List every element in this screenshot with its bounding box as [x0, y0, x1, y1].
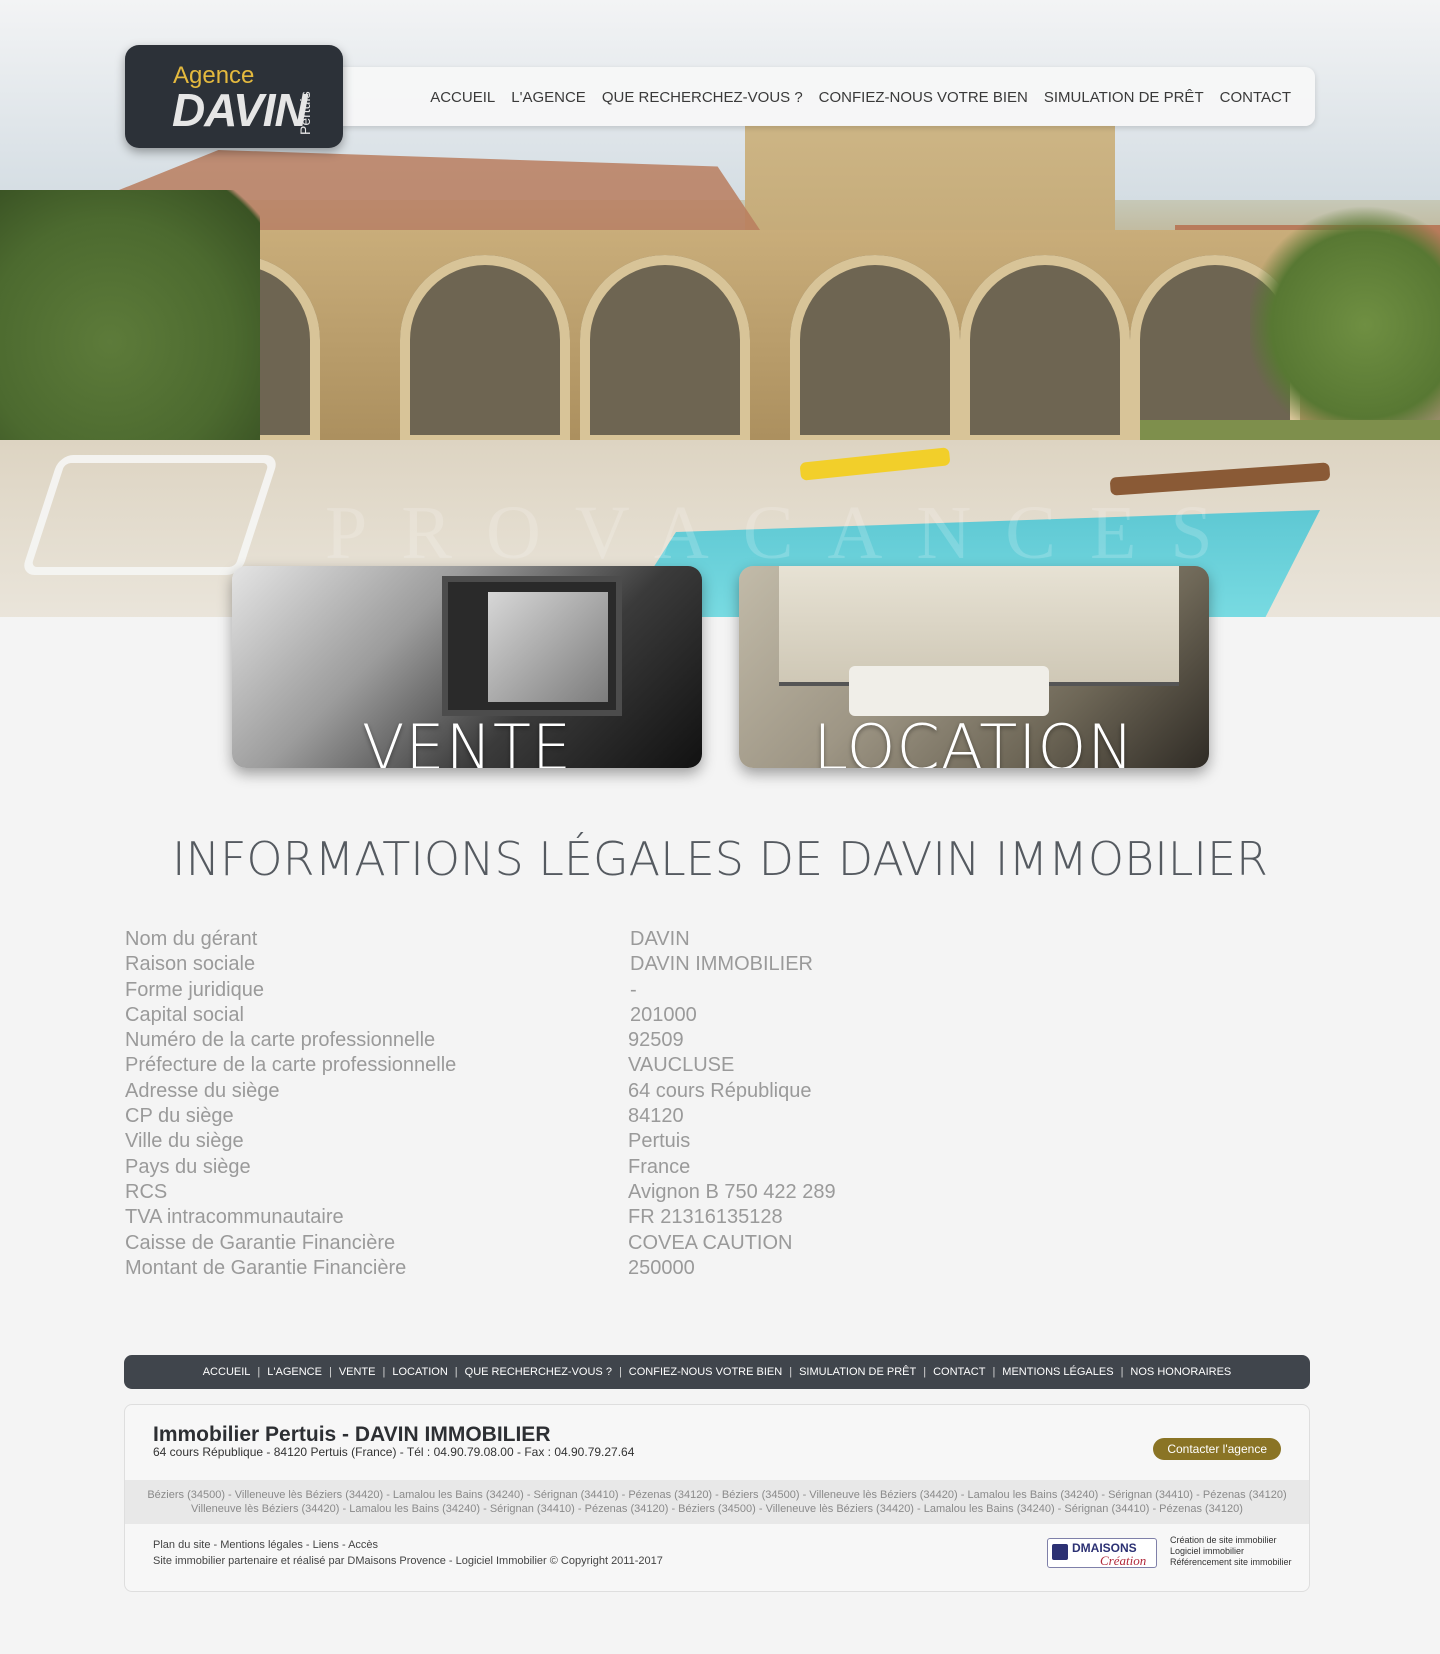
legal-value: Avignon B 750 422 289: [628, 1180, 836, 1203]
legal-key: Raison sociale: [125, 953, 256, 976]
legal-value: 201000: [630, 1003, 697, 1026]
tile-location-label: LOCATION: [813, 711, 1135, 768]
legal-value: France: [628, 1155, 691, 1178]
legal-value: 64 cours République: [628, 1079, 812, 1102]
legal-value: 84120: [628, 1105, 684, 1128]
footer-box: Immobilier Pertuis - DAVIN IMMOBILIER 64…: [124, 1404, 1310, 1592]
legal-value: FR 21316135128: [628, 1206, 783, 1229]
legal-key: TVA intracommunautaire: [125, 1206, 344, 1229]
legal-row: Raison sociale DAVIN IMMOBILIER: [125, 953, 1025, 978]
legal-key: CP du siège: [125, 1105, 234, 1128]
legal-value: DAVIN: [630, 928, 690, 950]
legal-key: Adresse du siège: [125, 1079, 280, 1102]
dmaisons-logo-sub: Création: [1100, 1553, 1147, 1568]
legal-row: Nom du gérant DAVIN: [125, 928, 1025, 953]
page-title: INFORMATIONS LÉGALES DE DAVIN IMMOBILIER: [172, 832, 1268, 886]
hero-tree: [1250, 200, 1440, 450]
legal-key: Pays du siège: [125, 1155, 251, 1178]
legal-key: Capital social: [125, 1003, 244, 1026]
legal-row: Montant de Garantie Financière 250000: [125, 1257, 1025, 1282]
legal-value: DAVIN IMMOBILIER: [630, 953, 813, 976]
partner-links: Création de site immobilier Logiciel imm…: [1170, 1535, 1292, 1568]
tile-vente[interactable]: VENTE: [232, 566, 702, 768]
footer-nav-item[interactable]: MENTIONS LÉGALES: [995, 1366, 1120, 1378]
agency-logo[interactable]: Agence DAVIN Pertuis: [125, 45, 343, 148]
legal-key: Préfecture de la carte professionnelle: [125, 1054, 457, 1077]
tile-location[interactable]: LOCATION: [739, 566, 1209, 768]
legal-row: Adresse du siège 64 cours République: [125, 1080, 1025, 1105]
footer-link-plan[interactable]: Plan du site: [153, 1539, 210, 1551]
legal-row: Numéro de la carte professionnelle 92509: [125, 1029, 1025, 1054]
legal-row: TVA intracommunautaire FR 21316135128: [125, 1206, 1025, 1231]
footer-credit: Site immobilier partenaire et réalisé pa…: [153, 1555, 663, 1567]
hero-arch: [580, 255, 750, 445]
footer-title: Immobilier Pertuis - DAVIN IMMOBILIER: [153, 1423, 551, 1446]
legal-key: Ville du siège: [125, 1130, 244, 1153]
partner-link[interactable]: Référencement site immobilier: [1170, 1557, 1292, 1568]
main-nav: ACCUEIL L'AGENCE QUE RECHERCHEZ-VOUS ? C…: [328, 67, 1315, 126]
footer-nav-item[interactable]: L'AGENCE: [260, 1366, 329, 1378]
legal-value: -: [630, 978, 637, 1001]
legal-row: RCS Avignon B 750 422 289: [125, 1181, 1025, 1206]
footer-link-acces[interactable]: Accès: [348, 1539, 378, 1551]
footer-nav-item[interactable]: LOCATION: [385, 1366, 454, 1378]
legal-row: Préfecture de la carte professionnelle VA…: [125, 1054, 1025, 1079]
footer-links: Plan du site - Mentions légales - Liens …: [153, 1539, 379, 1551]
nav-item-accueil[interactable]: ACCUEIL: [430, 89, 495, 106]
legal-value: 250000: [628, 1256, 695, 1279]
cities-line: Béziers (34500) - Villeneuve lès Béziers…: [147, 1489, 1287, 1501]
legal-key: Forme juridique: [125, 978, 264, 1001]
tile-vente-image: [442, 576, 622, 716]
legal-info-list: Nom du gérant DAVIN Raison sociale DAVIN I…: [125, 928, 1025, 1282]
legal-row: Capital social 201000: [125, 1004, 1025, 1029]
footer-nav: ACCUEIL | L'AGENCE | VENTE | LOCATION | QUE …: [124, 1355, 1310, 1389]
footer-nav-item[interactable]: SIMULATION DE PRÊT: [792, 1366, 923, 1378]
partner-link[interactable]: Logiciel immobilier: [1170, 1546, 1292, 1557]
legal-row: Pays du siège France: [125, 1156, 1025, 1181]
legal-key: Numéro de la carte professionnelle: [125, 1029, 436, 1052]
nav-item-confiez[interactable]: CONFIEZ-NOUS VOTRE BIEN: [819, 89, 1028, 106]
footer-nav-item[interactable]: VENTE: [332, 1366, 383, 1378]
legal-key: Montant de Garantie Financière: [125, 1256, 407, 1279]
footer-link-mentions[interactable]: Mentions légales: [220, 1539, 303, 1551]
legal-value: 92509: [628, 1029, 684, 1052]
nav-item-recherche[interactable]: QUE RECHERCHEZ-VOUS ?: [602, 89, 803, 106]
dmaisons-logo[interactable]: DMAISONS Création: [1047, 1538, 1157, 1568]
footer-address: 64 cours République - 84120 Pertuis (Fra…: [153, 1445, 635, 1459]
footer-nav-item[interactable]: CONTACT: [926, 1366, 992, 1378]
dmaisons-house-icon: [1052, 1544, 1068, 1560]
legal-row: CP du siège 84120: [125, 1105, 1025, 1130]
footer-nav-item[interactable]: QUE RECHERCHEZ-VOUS ?: [458, 1366, 619, 1378]
logo-line3: Pertuis: [297, 91, 313, 135]
nav-item-agence[interactable]: L'AGENCE: [511, 89, 586, 106]
hero-arch: [790, 255, 960, 445]
nav-item-simulation[interactable]: SIMULATION DE PRÊT: [1044, 89, 1204, 106]
tile-location-sofa: [849, 666, 1049, 716]
partner-link[interactable]: Création de site immobilier: [1170, 1535, 1292, 1546]
legal-value: COVEA CAUTION: [628, 1231, 793, 1254]
logo-line2: DAVIN: [172, 84, 308, 136]
nav-item-contact[interactable]: CONTACT: [1220, 89, 1291, 106]
legal-key: Caisse de Garantie Financière: [125, 1231, 396, 1254]
cities-line: Villeneuve lès Béziers (34420) - Lamalou…: [191, 1503, 1243, 1515]
contact-agency-button[interactable]: Contacter l'agence: [1153, 1438, 1281, 1460]
legal-key: RCS: [125, 1180, 168, 1203]
footer-nav-item[interactable]: CONFIEZ-NOUS VOTRE BIEN: [622, 1366, 789, 1378]
hero-arch: [960, 255, 1130, 445]
footer-link-liens[interactable]: Liens: [313, 1539, 339, 1551]
footer-nav-item[interactable]: ACCUEIL: [196, 1366, 258, 1378]
hero-deck-chair: [20, 455, 280, 575]
legal-row: Forme juridique -: [125, 979, 1025, 1004]
hero-watermark: PROVACANCES: [325, 491, 1247, 575]
legal-row: Caisse de Garantie Financière COVEA CAUTI…: [125, 1232, 1025, 1257]
tile-vente-label: VENTE: [361, 711, 572, 768]
legal-row: Ville du siège Pertuis: [125, 1130, 1025, 1155]
legal-key: Nom du gérant: [125, 928, 258, 950]
footer-cities: Béziers (34500) - Villeneuve lès Béziers…: [125, 1480, 1309, 1524]
footer-nav-item[interactable]: NOS HONORAIRES: [1123, 1366, 1238, 1378]
legal-value: VAUCLUSE: [628, 1054, 735, 1077]
legal-value: Pertuis: [628, 1130, 691, 1153]
hero-arch: [400, 255, 570, 445]
